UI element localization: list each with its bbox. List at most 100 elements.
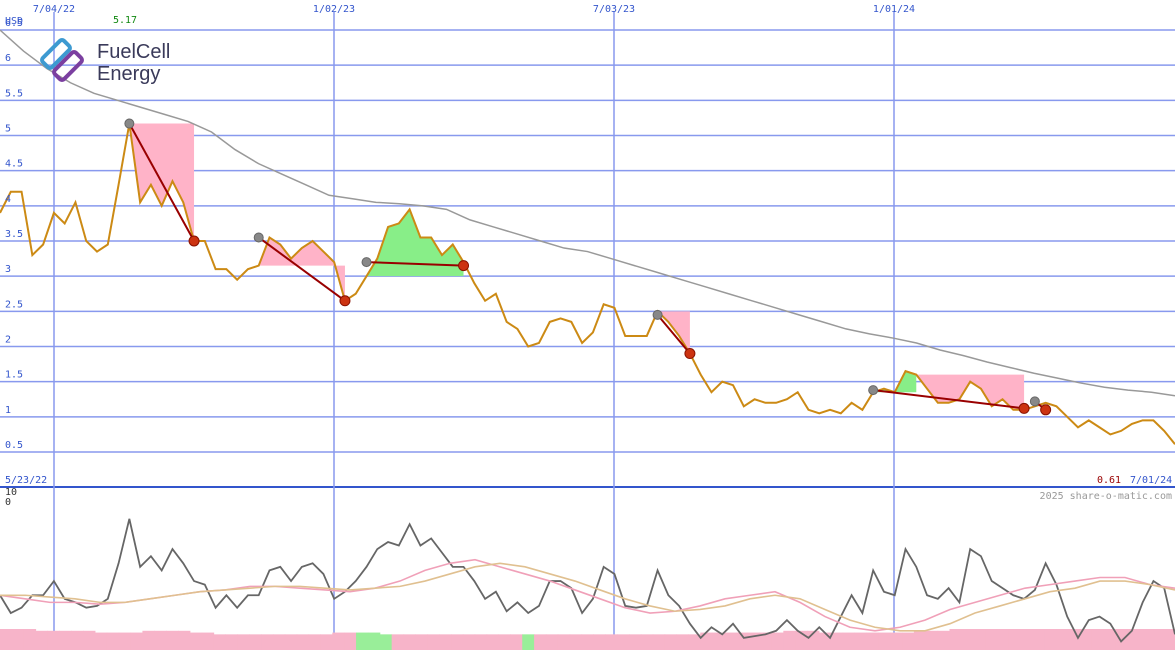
histogram-bar — [1056, 629, 1069, 650]
histogram-bar — [272, 634, 286, 650]
histogram-bar — [1163, 629, 1175, 650]
y-tick-label: 5.5 — [5, 88, 23, 99]
trend-end-point — [339, 295, 351, 307]
histogram-bar — [925, 630, 939, 650]
copyright-label: 2025 share-o-matic.com — [1040, 491, 1172, 502]
histogram-bar — [866, 632, 879, 650]
histogram-bar — [723, 632, 737, 650]
histogram-bar — [593, 634, 606, 650]
histogram-bar — [403, 634, 416, 650]
histogram-bar — [0, 629, 13, 650]
y-tick-label: 1 — [5, 405, 11, 416]
histogram-bar — [225, 634, 238, 650]
histogram-bar — [842, 632, 856, 650]
histogram-bar — [94, 632, 108, 650]
histogram-bar — [130, 632, 143, 650]
histogram-bar — [344, 632, 357, 650]
histogram-bar — [498, 634, 511, 650]
histogram-bar — [59, 630, 72, 650]
trend-end-point — [1040, 404, 1052, 416]
histogram-bar — [676, 634, 689, 650]
trend-start-point — [1029, 396, 1040, 407]
histogram-bar — [1139, 629, 1152, 650]
histogram-bar — [142, 630, 155, 650]
histogram-bar — [178, 630, 191, 650]
logo-text-line1: FuelCell — [97, 41, 170, 63]
x-tick-label: 7/04/22 — [33, 4, 75, 15]
histogram-bar — [284, 634, 298, 650]
trend-start-point — [868, 385, 879, 396]
fuelcell-logo-mark — [40, 38, 84, 82]
trend-start-point — [253, 232, 264, 243]
histogram-bar — [486, 634, 499, 650]
histogram-bar — [652, 634, 666, 650]
histogram-bar — [605, 634, 618, 650]
histogram-bar — [664, 634, 678, 650]
y-unit-label: USD — [5, 16, 23, 27]
histogram-bar — [949, 629, 962, 650]
histogram-bar — [913, 630, 927, 650]
histogram-bar — [1032, 629, 1045, 650]
y-tick-label: 2.5 — [5, 299, 23, 310]
histogram-bar — [213, 634, 227, 650]
histogram-bar — [189, 632, 203, 650]
histogram-bar — [890, 632, 903, 650]
y-tick-label: 6 — [5, 53, 11, 64]
trend-segments — [124, 118, 1052, 416]
y-tick-label: 2 — [5, 335, 11, 346]
logo-text-line2: Energy — [97, 63, 160, 85]
trend-end-point — [188, 235, 200, 247]
oscillator-line — [0, 518, 1175, 643]
histogram-bar — [700, 632, 713, 650]
histogram-bar — [510, 634, 523, 650]
low-value-label: 0.61 — [1097, 475, 1121, 486]
histogram-bar — [391, 634, 405, 650]
histogram-bar — [557, 634, 571, 650]
histogram-bar — [854, 632, 867, 650]
histogram-bar — [332, 632, 345, 650]
histogram-bar — [545, 634, 559, 650]
y-tick-label: 0.5 — [5, 440, 23, 451]
histogram-bar — [71, 630, 84, 650]
trend-end-point — [458, 260, 470, 272]
histogram-bar — [818, 632, 832, 650]
histogram-bar — [640, 634, 654, 650]
signal_tan-line — [0, 562, 1175, 632]
histogram-bar — [23, 629, 37, 650]
histogram-bar — [771, 632, 784, 650]
histogram-bar — [201, 632, 215, 650]
histogram-bar — [474, 634, 488, 650]
y-tick-label: 3.5 — [5, 229, 23, 240]
histogram-bar — [878, 632, 891, 650]
histogram-bar — [154, 630, 167, 650]
trend-start-point — [361, 257, 372, 268]
histogram-bar — [439, 634, 452, 650]
y-tick-label: 4 — [5, 194, 11, 205]
oscillator-panel: 100-60 — [0, 487, 1175, 650]
histogram-bar — [581, 634, 594, 650]
histogram-bar — [308, 634, 321, 650]
start-date-label: 5/23/22 — [5, 475, 47, 486]
histogram-bar — [462, 634, 476, 650]
trend-start-point — [124, 118, 135, 129]
x-tick-label: 1/02/23 — [313, 4, 355, 15]
osc-y-tick-label: 0 — [5, 497, 11, 508]
histogram-bar — [902, 632, 915, 650]
histogram-bar — [11, 629, 25, 650]
histogram-bar — [35, 630, 48, 650]
trend-fill — [366, 209, 464, 277]
histogram-bar — [415, 634, 428, 650]
trend-start-point — [652, 309, 663, 320]
y-tick-label: 3 — [5, 264, 11, 275]
histogram-bar — [1103, 629, 1117, 650]
histogram-bar — [47, 630, 60, 650]
histogram-bar — [937, 630, 950, 650]
histogram-bar — [961, 629, 974, 650]
trend-end-point — [1018, 402, 1030, 414]
histogram-bar — [118, 632, 132, 650]
high-value-label: 5.17 — [113, 15, 137, 26]
histogram-bar — [83, 630, 96, 650]
x-tick-label: 1/01/24 — [873, 4, 915, 15]
fuelcell-logo: FuelCell Energy — [40, 38, 170, 85]
y-tick-label: 4.5 — [5, 159, 23, 170]
